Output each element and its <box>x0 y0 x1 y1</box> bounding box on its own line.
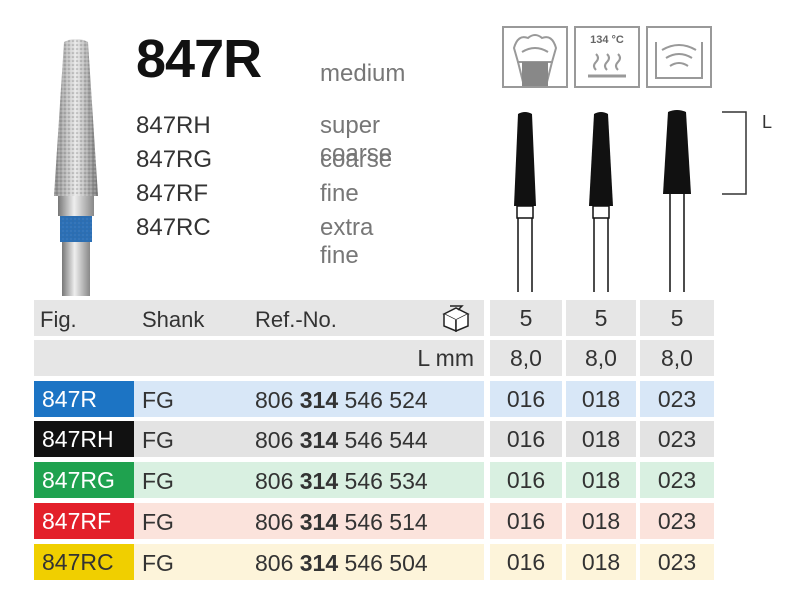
ref-suffix: 546 544 <box>344 427 428 453</box>
size-023: 023 <box>640 421 714 457</box>
ref-bold: 314 <box>299 427 339 453</box>
row-fig-text: 847RG <box>42 466 115 493</box>
product-grit: medium <box>320 60 406 87</box>
pack-qty-023: 5 <box>640 300 714 336</box>
variant-grit: coarse <box>320 146 393 173</box>
row-shank: FG <box>142 387 174 413</box>
size-023: 023 <box>640 462 714 498</box>
variant-grit: fine <box>320 180 359 207</box>
size-018: 018 <box>566 503 636 539</box>
variant-code: 847RC <box>136 214 211 241</box>
row-fig: 847RH <box>34 421 134 457</box>
size-023: 023 <box>640 381 714 417</box>
header-fig: Fig. <box>40 307 77 332</box>
row-shank: FG <box>142 550 174 576</box>
ref-prefix: 806 <box>255 550 294 576</box>
row-fig: 847RG <box>34 462 134 498</box>
package-box-icon <box>442 305 470 332</box>
size-016: 016 <box>490 544 562 580</box>
length-023: 8,0 <box>640 340 714 376</box>
row-fig-text: 847RF <box>42 507 112 534</box>
ref-bold: 314 <box>299 509 339 535</box>
length-016: 8,0 <box>490 340 562 376</box>
bur-silhouette-023 <box>663 110 691 292</box>
size-023: 023 <box>640 503 714 539</box>
pack-qty-016: 5 <box>490 300 562 336</box>
ref-bold: 314 <box>299 550 339 576</box>
size-016: 016 <box>490 421 562 457</box>
size-018: 018 <box>566 544 636 580</box>
ref-bold: 314 <box>299 387 339 413</box>
variant-code: 847RF <box>136 180 209 207</box>
ref-suffix: 546 524 <box>344 387 428 413</box>
length-label: L <box>762 112 773 132</box>
product-title: 847R <box>136 29 262 89</box>
size-016: 016 <box>490 381 562 417</box>
pack-qty-018: 5 <box>566 300 636 336</box>
row-shank: FG <box>142 509 174 535</box>
row-ref: 806 314 546 534 <box>255 468 428 495</box>
row-fig-text: 847RH <box>42 425 114 452</box>
ref-suffix: 546 534 <box>344 468 428 494</box>
row-ref: 806 314 546 514 <box>255 509 428 536</box>
ultrasonic-bath-icon <box>646 26 712 88</box>
row-ref: 806 314 546 504 <box>255 550 428 577</box>
ref-bold: 314 <box>299 468 339 494</box>
ref-prefix: 806 <box>255 427 294 453</box>
variant-grit: extra fine <box>320 214 374 269</box>
diamond-bur-image <box>54 39 98 296</box>
length-band: L mm <box>34 340 484 376</box>
row-shank: FG <box>142 468 174 494</box>
header-shank: Shank <box>142 307 205 332</box>
ref-prefix: 806 <box>255 468 294 494</box>
size-016: 016 <box>490 462 562 498</box>
row-fig-text: 847R <box>42 385 97 412</box>
variant-code: 847RG <box>136 146 213 173</box>
size-023: 023 <box>640 544 714 580</box>
ref-prefix: 806 <box>255 387 294 413</box>
length-018: 8,0 <box>566 340 636 376</box>
variant-code: 847RH <box>136 112 211 139</box>
header-ref: Ref.-No. <box>255 307 337 332</box>
size-018: 018 <box>566 421 636 457</box>
row-shank: FG <box>142 427 174 453</box>
size-018: 018 <box>566 381 636 417</box>
ref-suffix: 546 504 <box>344 550 428 576</box>
row-ref: 806 314 546 524 <box>255 387 428 414</box>
length-bracket <box>722 111 747 195</box>
size-016: 016 <box>490 503 562 539</box>
row-fig: 847R <box>34 381 134 417</box>
tooth-crown-icon <box>502 26 568 88</box>
ref-prefix: 806 <box>255 509 294 535</box>
bur-silhouette-018 <box>589 112 613 292</box>
row-fig: 847RC <box>34 544 134 580</box>
row-fig: 847RF <box>34 503 134 539</box>
ref-suffix: 546 514 <box>344 509 428 535</box>
length-unit-label: L mm <box>417 344 474 371</box>
bur-silhouette-016 <box>514 112 536 292</box>
size-018: 018 <box>566 462 636 498</box>
row-fig-text: 847RC <box>42 548 114 575</box>
row-ref: 806 314 546 544 <box>255 427 428 454</box>
autoclave-icon: 134 °C <box>574 26 640 88</box>
